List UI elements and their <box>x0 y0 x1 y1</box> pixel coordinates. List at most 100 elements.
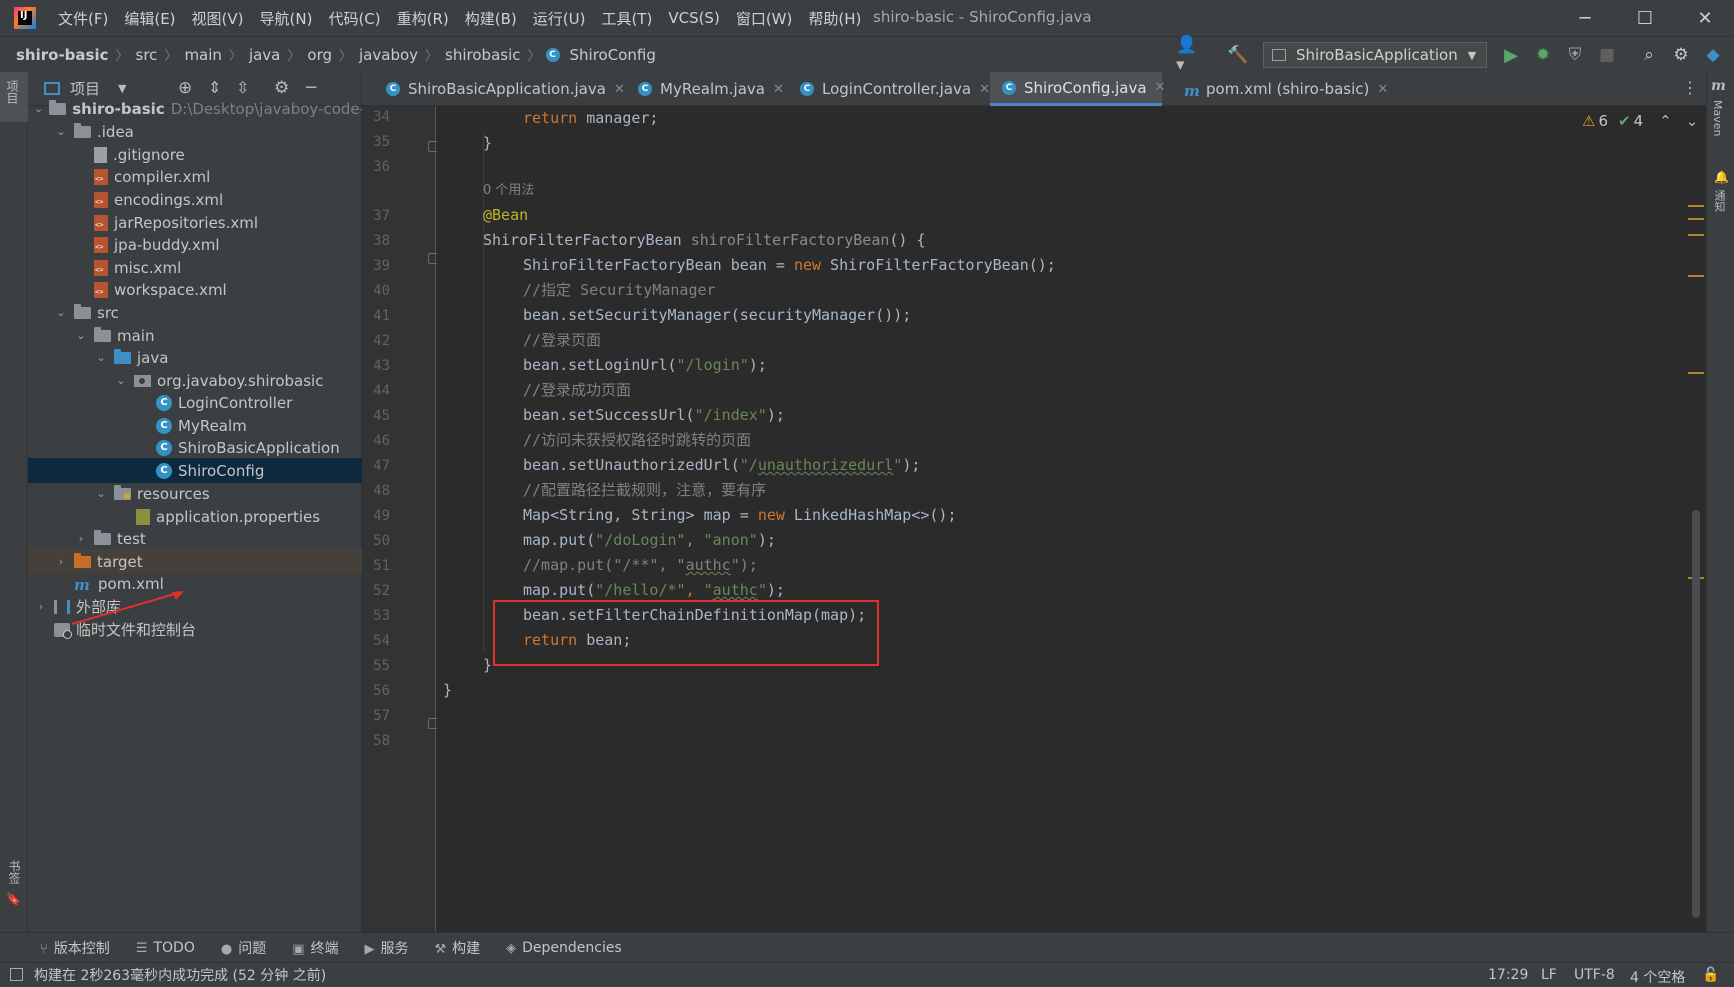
tree-item-java[interactable]: ⌄ java <box>28 345 362 370</box>
run-icon[interactable]: ▶ <box>1499 43 1523 67</box>
minimize-button[interactable]: ─ <box>1560 0 1610 36</box>
build-hammer-icon[interactable]: 🔨 <box>1226 43 1250 67</box>
maven-tool-button[interactable]: Maven <box>1711 100 1724 136</box>
tree-item-label: misc.xml <box>114 258 182 277</box>
chevron-up-icon[interactable]: ⌃ <box>1659 112 1672 130</box>
code-line-50: map.put("/doLogin", "anon"); <box>523 528 776 553</box>
debug-icon[interactable]: ✹ <box>1531 43 1555 67</box>
breadcrumb-src[interactable]: src <box>132 46 162 64</box>
tree-item-workspace-xml[interactable]: workspace.xml <box>28 277 362 302</box>
search-icon[interactable]: ⌕ <box>1637 43 1661 67</box>
inspection-widget[interactable]: ⚠ 6 ✔ 4 ⌃ ⌄ <box>1582 112 1698 130</box>
close-icon[interactable]: ✕ <box>1155 80 1166 95</box>
menu-vcs[interactable]: VCS(S) <box>660 9 727 27</box>
error-stripe-marker[interactable] <box>1688 275 1704 277</box>
breadcrumb-java[interactable]: java <box>245 46 284 64</box>
collapse-all-icon[interactable]: ⇳ <box>236 78 249 97</box>
chevron-down-icon[interactable]: ▼ <box>118 82 126 95</box>
tree-item-shiro-basic[interactable]: ⌄ shiro-basic D:\Desktop\javaboy-code- <box>28 96 362 121</box>
gear-icon[interactable]: ⚙ <box>1669 43 1693 67</box>
indent-setting[interactable]: 4 个空格 <box>1630 967 1685 987</box>
tab-pom-xml[interactable]: m pom.xml (shiro-basic) ✕ <box>1172 72 1388 106</box>
breadcrumb-org[interactable]: org <box>303 46 336 64</box>
tool-build[interactable]: ⚒ 构建 <box>434 938 480 958</box>
project-tool-button[interactable]: 项目 <box>0 72 28 122</box>
tree-item-compiler-xml[interactable]: compiler.xml <box>28 164 362 189</box>
project-path: D:\Desktop\javaboy-code- <box>170 99 362 118</box>
tree-item-jpa-buddy-xml[interactable]: jpa-buddy.xml <box>28 232 362 257</box>
user-icon[interactable]: 👤▾ <box>1176 35 1200 75</box>
menu-view[interactable]: 视图(V) <box>184 8 252 29</box>
tree-item-idea[interactable]: ⌄ .idea <box>28 119 362 144</box>
lock-icon[interactable]: 🔓 <box>1702 967 1719 983</box>
tool-dependencies[interactable]: ◈ Dependencies <box>506 940 622 956</box>
tab-logincontroller[interactable]: C LoginController.java ✕ <box>788 72 990 106</box>
expand-all-icon[interactable]: ⇕ <box>208 78 221 97</box>
close-icon[interactable]: ✕ <box>614 82 625 97</box>
error-stripe-marker[interactable] <box>1688 372 1704 374</box>
menu-file[interactable]: 文件(F) <box>50 8 116 29</box>
vertical-scrollbar[interactable] <box>1692 510 1700 918</box>
tool-todo[interactable]: ☰ TODO <box>136 940 195 956</box>
tool-terminal[interactable]: ▣ 终端 <box>292 938 338 958</box>
chevron-down-icon: ⌄ <box>56 306 66 319</box>
error-stripe-marker[interactable] <box>1688 218 1704 220</box>
more-tabs-icon[interactable]: ⋮ <box>1682 78 1698 97</box>
run-configuration-select[interactable]: ShiroBasicApplication ▼ <box>1263 42 1487 68</box>
menu-refactor[interactable]: 重构(R) <box>389 8 457 29</box>
tab-myrealm[interactable]: C MyRealm.java ✕ <box>626 72 784 106</box>
menu-edit[interactable]: 编辑(E) <box>116 8 183 29</box>
tool-problems[interactable]: ● 问题 <box>221 938 266 958</box>
chevron-down-icon[interactable]: ⌄ <box>1686 112 1699 130</box>
line-number: 44 <box>373 383 390 399</box>
menu-tools[interactable]: 工具(T) <box>593 8 660 29</box>
error-stripe-marker[interactable] <box>1688 205 1704 207</box>
stop-icon[interactable]: ■ <box>1595 43 1619 67</box>
breadcrumb-main[interactable]: main <box>180 46 225 64</box>
file-encoding[interactable]: UTF-8 <box>1574 967 1615 983</box>
tree-item-src[interactable]: ⌄ src <box>28 300 362 325</box>
breadcrumb-project[interactable]: shiro-basic <box>12 46 113 64</box>
tree-item-encodings-xml[interactable]: encodings.xml <box>28 187 362 212</box>
close-icon[interactable]: ✕ <box>1377 82 1388 97</box>
menu-window[interactable]: 窗口(W) <box>728 8 801 29</box>
tree-item-logincontroller[interactable]: C LoginController <box>28 390 362 415</box>
tree-item-label: target <box>97 552 143 571</box>
jetbrains-ai-icon[interactable]: ◆ <box>1701 43 1725 67</box>
tree-item-resources[interactable]: ⌄ resources <box>28 481 362 506</box>
coverage-icon[interactable]: ⛨ <box>1563 43 1587 67</box>
status-message[interactable]: 构建在 2秒263毫秒内成功完成 (52 分钟 之前) <box>34 965 326 985</box>
breadcrumb: shiro-basic 〉 src 〉 main 〉 java 〉 org 〉 javab… <box>12 45 660 65</box>
tab-shiroconfig[interactable]: C ShiroConfig.java ✕ <box>990 72 1165 106</box>
caret-position[interactable]: 17:29 <box>1488 967 1528 983</box>
breadcrumb-shiroconfig[interactable]: ShiroConfig <box>566 46 660 64</box>
tree-item-shirobasicapplication[interactable]: C ShiroBasicApplication <box>28 435 362 460</box>
menu-help[interactable]: 帮助(H) <box>800 8 869 29</box>
close-icon[interactable]: ✕ <box>773 82 784 97</box>
tool-services[interactable]: ▶ 服务 <box>364 938 408 958</box>
breadcrumb-shirobasic[interactable]: shirobasic <box>441 46 524 64</box>
tab-shirobasicapplication[interactable]: C ShiroBasicApplication.java ✕ <box>374 72 625 106</box>
close-window-button[interactable]: ✕ <box>1680 0 1730 36</box>
hide-panel-icon[interactable]: ─ <box>306 78 316 98</box>
menu-build[interactable]: 构建(B) <box>457 8 525 29</box>
code-editor[interactable]: return manager; } 0 个用法 @Bean ShiroFilte… <box>437 106 1642 932</box>
close-icon[interactable]: ✕ <box>979 82 990 97</box>
menu-navigate[interactable]: 导航(N) <box>252 8 321 29</box>
menu-run[interactable]: 运行(U) <box>525 8 594 29</box>
usage-hint[interactable]: 0 个用法 <box>483 178 534 203</box>
locate-target-icon[interactable]: ⊕ <box>178 78 192 98</box>
line-separator[interactable]: LF <box>1541 967 1557 983</box>
tree-item-label: workspace.xml <box>114 280 227 299</box>
panel-toggle-icon[interactable] <box>10 968 23 981</box>
gear-icon[interactable]: ⚙ <box>274 78 289 98</box>
maximize-button[interactable]: ☐ <box>1620 0 1670 36</box>
tree-item-label: .idea <box>97 122 134 141</box>
error-stripe-marker[interactable] <box>1688 234 1704 236</box>
tool-version-control[interactable]: ⑂ 版本控制 <box>40 938 110 958</box>
tree-item-shiroconfig[interactable]: C ShiroConfig <box>28 458 362 483</box>
breadcrumb-javaboy[interactable]: javaboy <box>355 46 422 64</box>
menu-code[interactable]: 代码(C) <box>320 8 388 29</box>
notifications-tool-button[interactable]: 通知 <box>1711 190 1727 212</box>
tree-item-test[interactable]: › test <box>28 526 362 551</box>
